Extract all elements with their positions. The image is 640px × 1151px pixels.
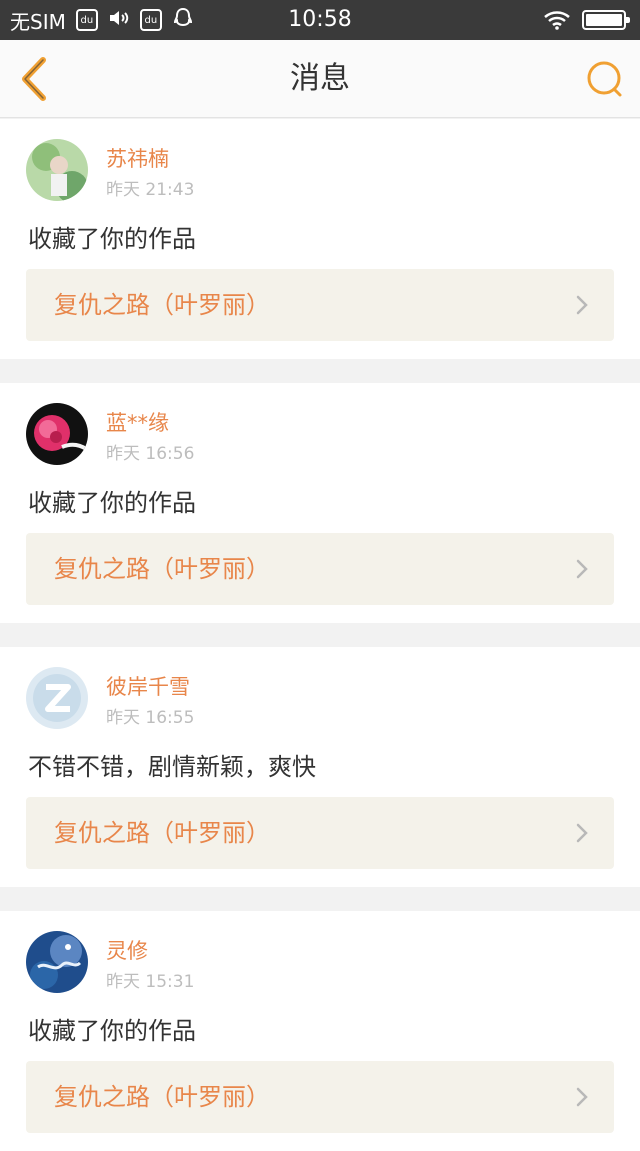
work-link[interactable]: 复仇之路（叶罗丽）: [26, 533, 614, 605]
timestamp: 昨天 15:31: [106, 972, 195, 992]
username[interactable]: 蓝**缘: [106, 407, 169, 437]
status-right: [544, 0, 630, 40]
message-text: 收藏了你的作品: [28, 489, 196, 517]
battery-icon: [582, 10, 630, 30]
work-title: 复仇之路（叶罗丽）: [54, 291, 270, 319]
avatar[interactable]: [26, 667, 88, 729]
message-card: 彼岸千雪 昨天 16:55 不错不错，剧情新颖，爽快 复仇之路（叶罗丽）: [0, 647, 640, 887]
username[interactable]: 灵修: [106, 935, 148, 965]
message-text: 收藏了你的作品: [28, 225, 196, 253]
message-card: 灵修 昨天 15:31 收藏了你的作品 复仇之路（叶罗丽）: [0, 911, 640, 1151]
username[interactable]: 苏祎楠: [106, 143, 169, 173]
timestamp: 昨天 16:56: [106, 444, 195, 464]
chevron-right-icon: [576, 295, 588, 315]
username[interactable]: 彼岸千雪: [106, 671, 190, 701]
nav-bar: 消息: [0, 40, 640, 118]
message-text: 不错不错，剧情新颖，爽快: [28, 753, 316, 781]
chevron-right-icon: [576, 823, 588, 843]
avatar[interactable]: [26, 403, 88, 465]
work-title: 复仇之路（叶罗丽）: [54, 555, 270, 583]
message-list: 苏祎楠 昨天 21:43 收藏了你的作品 复仇之路（叶罗丽） 蓝**缘 昨天 1…: [0, 119, 640, 1151]
work-title: 复仇之路（叶罗丽）: [54, 1083, 270, 1111]
timestamp: 昨天 21:43: [106, 180, 195, 200]
avatar[interactable]: [26, 139, 88, 201]
work-title: 复仇之路（叶罗丽）: [54, 819, 270, 847]
message-card: 苏祎楠 昨天 21:43 收藏了你的作品 复仇之路（叶罗丽）: [0, 119, 640, 359]
page-title: 消息: [290, 61, 350, 96]
work-link[interactable]: 复仇之路（叶罗丽）: [26, 1061, 614, 1133]
wifi-icon: [544, 10, 570, 30]
message-text: 收藏了你的作品: [28, 1017, 196, 1045]
search-button[interactable]: [584, 58, 626, 100]
search-icon: [587, 61, 622, 97]
message-card: 蓝**缘 昨天 16:56 收藏了你的作品 复仇之路（叶罗丽）: [0, 383, 640, 623]
timestamp: 昨天 16:55: [106, 708, 195, 728]
work-link[interactable]: 复仇之路（叶罗丽）: [26, 269, 614, 341]
chevron-right-icon: [576, 1087, 588, 1107]
work-link[interactable]: 复仇之路（叶罗丽）: [26, 797, 614, 869]
avatar[interactable]: [26, 931, 88, 993]
status-bar: 无SIM du du 10:58: [0, 0, 640, 40]
chevron-right-icon: [576, 559, 588, 579]
